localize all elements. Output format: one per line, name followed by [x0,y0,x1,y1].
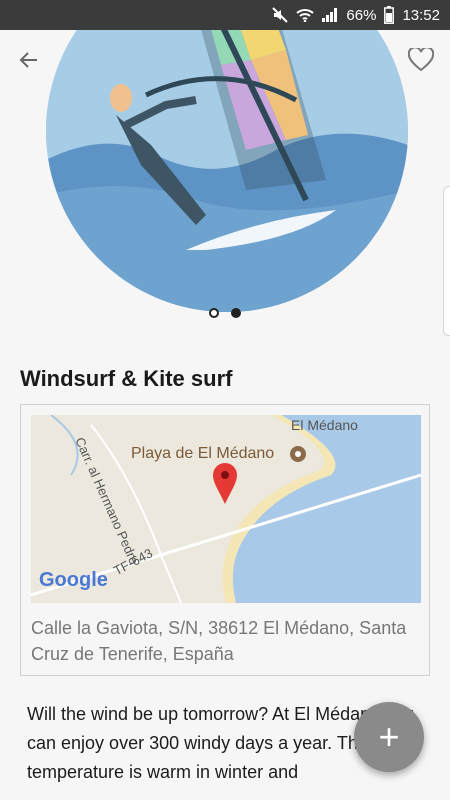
wifi-icon [296,8,315,22]
carousel-dot-1[interactable] [209,308,219,318]
map-label-beach: Playa de El Médano [131,445,275,462]
map-pin-icon [211,461,239,510]
address-text: Calle la Gaviota, S/N, 38612 El Médano, … [31,618,407,664]
page-title: Windsurf & Kite surf [20,366,233,391]
heart-outline-icon[interactable] [406,45,436,75]
signal-icon [322,8,338,22]
map-label-town: El Médano [291,417,358,433]
map-view[interactable]: El Médano Playa de El Médano Carr. al He… [31,415,421,603]
map-poi-icon [289,445,307,468]
back-arrow-icon[interactable] [14,45,44,75]
battery-icon [384,6,395,24]
top-nav [0,30,450,90]
battery-percent: 66% [346,6,377,24]
location-card[interactable]: El Médano Playa de El Médano Carr. al He… [20,404,430,676]
status-bar: 66% 13:52 [0,0,450,30]
carousel-dot-2[interactable] [231,308,241,318]
add-button[interactable]: + [354,702,424,772]
mute-icon [272,7,289,23]
carousel-indicator [0,308,450,318]
google-logo: Google [39,569,108,591]
clock: 13:52 [402,6,440,24]
